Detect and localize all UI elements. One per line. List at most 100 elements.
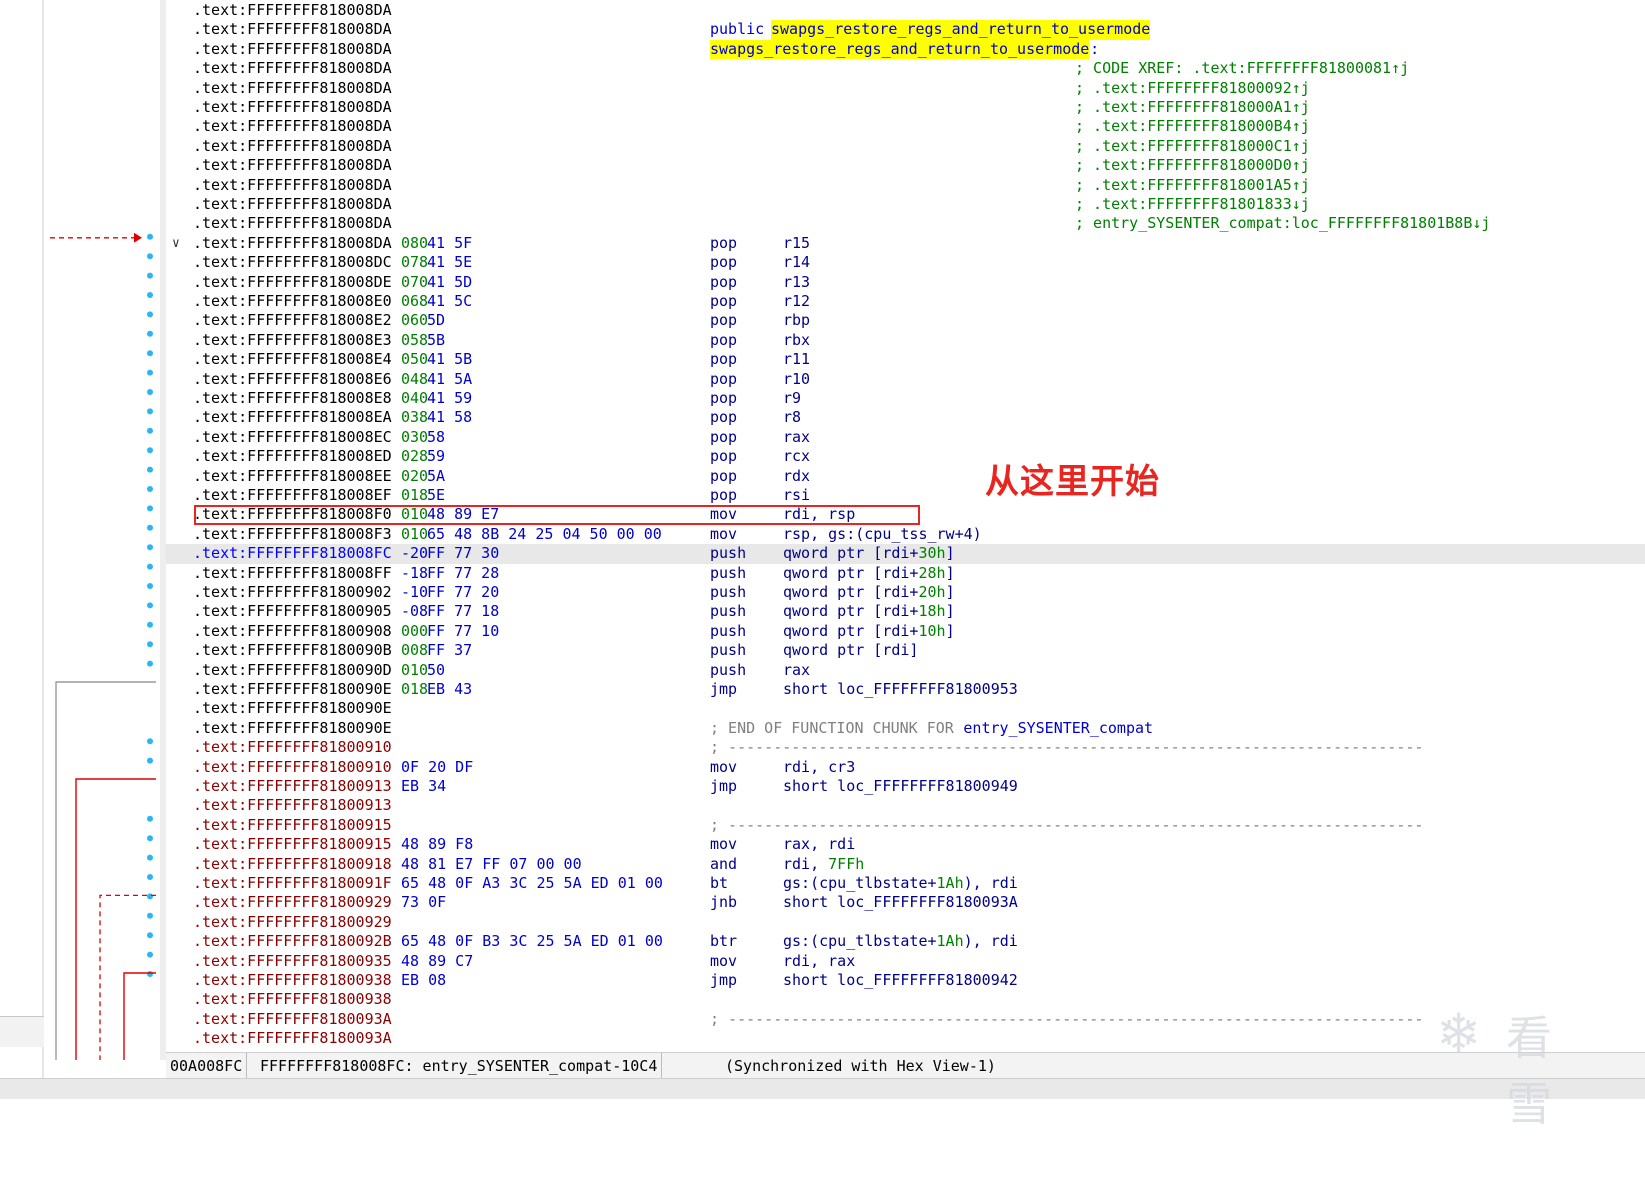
opcode-bytes[interactable]: 65 48 0F B3 3C 25 5A ED 01 00 — [401, 932, 663, 951]
xref-comment[interactable]: ; .text:FFFFFFFF81800092↑j — [1075, 79, 1310, 98]
mnemonic[interactable]: pop — [710, 389, 737, 408]
operand-number[interactable]: 10h — [918, 622, 945, 640]
listing-row[interactable]: .text:FFFFFFFF81800935 48 89 C7 mov rdi, ra… — [166, 952, 1645, 971]
operands[interactable]: qword ptr [rdi+28h] — [783, 564, 955, 583]
separator-comment[interactable]: ; --------------------------------------… — [710, 738, 1423, 757]
listing-row[interactable]: .text:FFFFFFFF818008EC 030 58 pop rax — [166, 428, 1645, 447]
xref-comment[interactable]: ; .text:FFFFFFFF81801833↓j — [1075, 195, 1310, 214]
operands[interactable]: gs:(cpu_tlbstate+1Ah), rdi — [783, 932, 1018, 951]
opcode-bytes[interactable]: FF 77 10 — [427, 622, 499, 641]
xref-comment[interactable]: ; .text:FFFFFFFF818000D0↑j — [1075, 156, 1310, 175]
stack-pointer[interactable]: 068 — [401, 292, 428, 311]
address[interactable]: .text:FFFFFFFF81800913 — [193, 796, 392, 815]
opcode-bytes[interactable]: 65 48 8B 24 25 04 50 00 00 — [427, 525, 662, 544]
operands[interactable]: r8 — [783, 408, 801, 427]
opcode-bytes[interactable]: 73 0F — [401, 893, 446, 912]
address[interactable]: .text:FFFFFFFF818008DC — [193, 253, 392, 272]
opcode-bytes[interactable]: 41 5D — [427, 273, 472, 292]
address[interactable]: .text:FFFFFFFF818008DE — [193, 273, 392, 292]
mnemonic[interactable]: mov — [710, 835, 737, 854]
operands[interactable]: rax, rdi — [783, 835, 855, 854]
stack-pointer[interactable]: 038 — [401, 408, 428, 427]
listing-row[interactable]: .text:FFFFFFFF818008DA ; .text:FFFFFFFF81… — [166, 156, 1645, 175]
mnemonic[interactable]: push — [710, 544, 746, 563]
listing-row[interactable]: .text:FFFFFFFF818008DA swapgs_restore_reg… — [166, 39, 1645, 60]
operands[interactable]: rax — [783, 661, 810, 680]
collapse-chevron-icon[interactable]: ∨ — [172, 234, 180, 253]
mnemonic[interactable]: pop — [710, 350, 737, 369]
address[interactable]: .text:FFFFFFFF81800915 — [193, 835, 392, 854]
listing-row[interactable]: .text:FFFFFFFF818008DA — [166, 1, 1645, 20]
address[interactable]: .text:FFFFFFFF81800905 — [193, 602, 392, 621]
listing-row[interactable]: .text:FFFFFFFF81800908 000 FF 77 10 push qwo… — [166, 622, 1645, 641]
stack-pointer[interactable]: 010 — [401, 525, 428, 544]
operands[interactable]: qword ptr [rdi] — [783, 641, 918, 660]
address[interactable]: .text:FFFFFFFF81800938 — [193, 971, 392, 990]
opcode-bytes[interactable]: FF 77 30 — [427, 544, 499, 563]
address[interactable]: .text:FFFFFFFF818008DA — [193, 20, 392, 39]
operands[interactable]: r10 — [783, 370, 810, 389]
operands[interactable]: rbx — [783, 331, 810, 350]
mnemonic[interactable]: mov — [710, 525, 737, 544]
address[interactable]: .text:FFFFFFFF818008EE — [193, 467, 392, 486]
mnemonic[interactable]: pop — [710, 486, 737, 505]
address[interactable]: .text:FFFFFFFF81800918 — [193, 855, 392, 874]
operands[interactable]: short loc_FFFFFFFF81800949 — [783, 777, 1018, 796]
listing-row[interactable]: .text:FFFFFFFF81800902 -10 FF 77 20 push qwo… — [166, 583, 1645, 602]
opcode-bytes[interactable]: 5B — [427, 331, 445, 350]
listing-row[interactable]: .text:FFFFFFFF818008E4 050 41 5B pop r11 — [166, 350, 1645, 369]
public-keyword[interactable]: public — [710, 20, 764, 39]
listing-row[interactable]: .text:FFFFFFFF818008DE 070 41 5D pop r13 — [166, 273, 1645, 292]
mnemonic[interactable]: push — [710, 622, 746, 641]
listing-row[interactable]: .text:FFFFFFFF8180093A ; ----------------… — [166, 1010, 1645, 1029]
operands[interactable]: r15 — [783, 234, 810, 253]
xref-comment[interactable]: ; .text:FFFFFFFF818001A5↑j — [1075, 176, 1310, 195]
listing-row[interactable]: .text:FFFFFFFF818008E2 060 5D pop rbp — [166, 311, 1645, 330]
xref-comment[interactable]: ; .text:FFFFFFFF818000C1↑j — [1075, 137, 1310, 156]
opcode-bytes[interactable]: FF 37 — [427, 641, 472, 660]
mnemonic[interactable]: jnb — [710, 893, 737, 912]
mnemonic[interactable]: jmp — [710, 971, 737, 990]
address[interactable]: .text:FFFFFFFF818008DA — [193, 1, 392, 20]
address[interactable]: .text:FFFFFFFF8180091F — [193, 874, 392, 893]
listing-row[interactable]: .text:FFFFFFFF818008DA ; CODE XREF: .text… — [166, 59, 1645, 78]
address[interactable]: .text:FFFFFFFF818008E2 — [193, 311, 392, 330]
listing-row[interactable]: .text:FFFFFFFF81800929 — [166, 913, 1645, 932]
listing-row[interactable]: .text:FFFFFFFF818008DA public swapgs_resto… — [166, 20, 1645, 40]
address[interactable]: .text:FFFFFFFF818008FF — [193, 564, 392, 583]
mnemonic[interactable]: mov — [710, 758, 737, 777]
mnemonic[interactable]: pop — [710, 253, 737, 272]
address[interactable]: .text:FFFFFFFF818008EF — [193, 486, 392, 505]
listing-row[interactable]: .text:FFFFFFFF818008E6 048 41 5A pop r10 — [166, 370, 1645, 389]
opcode-bytes[interactable]: EB 43 — [427, 680, 472, 699]
operands[interactable]: r12 — [783, 292, 810, 311]
address[interactable]: .text:FFFFFFFF818008F3 — [193, 525, 392, 544]
opcode-bytes[interactable]: 41 5F — [427, 234, 472, 253]
operands[interactable]: r14 — [783, 253, 810, 272]
stack-pointer[interactable]: 058 — [401, 331, 428, 350]
listing-row[interactable]: .text:FFFFFFFF81800913 — [166, 796, 1645, 815]
address[interactable]: .text:FFFFFFFF81800929 — [193, 913, 392, 932]
disassembly-listing[interactable]: .text:FFFFFFFF818008DA .text:FFFFFFFF8180… — [166, 0, 1645, 1052]
mnemonic[interactable]: pop — [710, 447, 737, 466]
mnemonic[interactable]: pop — [710, 370, 737, 389]
opcode-bytes[interactable]: 48 89 F8 — [401, 835, 473, 854]
address[interactable]: .text:FFFFFFFF818008E4 — [193, 350, 392, 369]
listing-row[interactable]: .text:FFFFFFFF818008E3 058 5B pop rbx — [166, 331, 1645, 350]
operands[interactable]: rsi — [783, 486, 810, 505]
stack-pointer[interactable]: 028 — [401, 447, 428, 466]
mnemonic[interactable]: jmp — [710, 680, 737, 699]
listing-row[interactable]: ∨ .text:FFFFFFFF818008DA 080 41 5F pop r15 — [166, 234, 1645, 253]
operands[interactable]: gs:(cpu_tlbstate+1Ah), rdi — [783, 874, 1018, 893]
listing-row[interactable]: .text:FFFFFFFF818008DA ; .text:FFFFFFFF81… — [166, 98, 1645, 117]
opcode-bytes[interactable]: 0F 20 DF — [401, 758, 473, 777]
listing-row[interactable]: .text:FFFFFFFF818008E0 068 41 5C pop r12 — [166, 292, 1645, 311]
listing-row[interactable]: .text:FFFFFFFF818008FC -20 FF 77 30 push qwo… — [166, 544, 1645, 564]
stack-pointer[interactable]: -10 — [401, 583, 428, 602]
mnemonic[interactable]: push — [710, 564, 746, 583]
mnemonic[interactable]: pop — [710, 467, 737, 486]
opcode-bytes[interactable]: 41 59 — [427, 389, 472, 408]
address[interactable]: .text:FFFFFFFF81800910 — [193, 738, 392, 757]
function-chunk-symbol[interactable]: entry_SYSENTER_compat — [963, 719, 1153, 738]
stack-pointer[interactable]: 060 — [401, 311, 428, 330]
